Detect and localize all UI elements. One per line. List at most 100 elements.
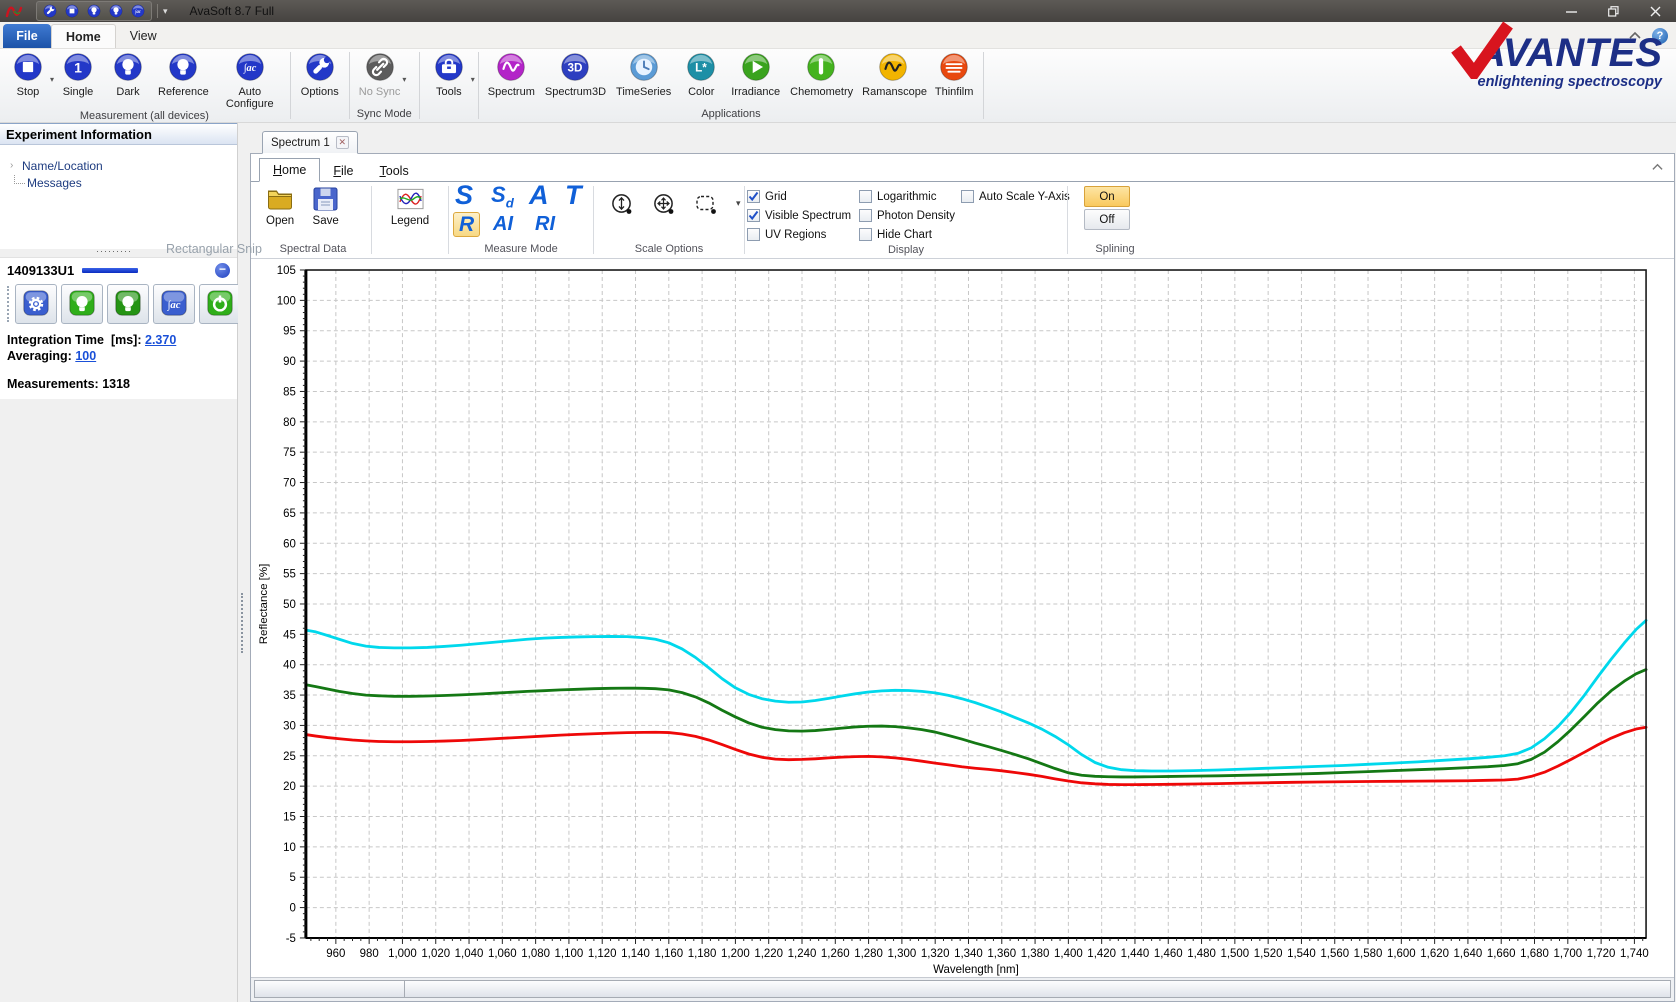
restore-button[interactable] <box>1592 0 1634 22</box>
dropdown-caret-icon[interactable]: ▾ <box>471 75 475 84</box>
svg-text:1: 1 <box>74 60 82 76</box>
quick-access-stop-icon[interactable] <box>62 3 82 19</box>
ribbon-button-single[interactable]: 1Single <box>53 51 103 110</box>
device-gear-button[interactable] <box>15 284 57 324</box>
checkbox-visible-spectrum[interactable]: Visible Spectrum <box>747 206 859 225</box>
group-separator <box>419 52 420 119</box>
zoom-y-axis-button[interactable] <box>610 192 636 221</box>
doc-menu-tab-home[interactable]: Home <box>259 158 320 182</box>
ribbon-button-label: Auto Configure <box>219 87 281 110</box>
group-separator <box>290 52 291 119</box>
ribbon-button-ramanscope[interactable]: Ramanscope <box>857 51 929 108</box>
collapse-device-panel-button[interactable]: − <box>215 263 230 278</box>
save-button[interactable]: Save <box>303 182 348 227</box>
zoom-region-button[interactable] <box>694 192 720 221</box>
close-document-icon[interactable]: ✕ <box>336 136 349 149</box>
legend-button[interactable]: Legend <box>382 182 438 227</box>
splining-off-button[interactable]: Off <box>1084 209 1130 230</box>
checkbox-box-icon[interactable] <box>859 209 872 222</box>
ribbon-button-stop[interactable]: Stop▾ <box>3 51 53 110</box>
averaging-value-link[interactable]: 100 <box>75 349 96 363</box>
measure-mode-ai[interactable]: AI <box>493 214 513 234</box>
ribbon-button-no-sync[interactable]: No Sync▾ <box>354 51 406 108</box>
thinfilm-icon <box>939 51 969 85</box>
ribbon-tab-view[interactable]: View <box>116 24 171 48</box>
ribbon-group-measurement-all-devices-: Stop▾1SingleDarkReference∫acAuto Configu… <box>0 49 289 122</box>
spectrum-document-tab[interactable]: Spectrum 1 ✕ <box>262 131 358 154</box>
checkbox-grid[interactable]: Grid <box>747 187 859 206</box>
vertical-splitter[interactable] <box>238 123 248 1002</box>
ribbon-button-irradiance[interactable]: Irradiance <box>726 51 785 108</box>
x-tick-label: 1,520 <box>1254 948 1283 960</box>
ribbon-button-thinfilm[interactable]: Thinfilm <box>929 51 979 108</box>
quick-access-bulb-icon[interactable] <box>84 3 104 19</box>
tree-item-name-location[interactable]: › Name/Location <box>10 157 237 174</box>
checkbox-hide-chart[interactable]: Hide Chart <box>859 225 961 244</box>
x-tick-label: 1,040 <box>455 948 484 960</box>
close-button[interactable] <box>1634 0 1676 22</box>
quick-access-customize-caret[interactable]: ▾ <box>163 6 168 17</box>
ribbon-button-options[interactable]: Options <box>295 51 345 108</box>
scale-options-dropdown-caret[interactable]: ▾ <box>736 198 741 209</box>
device-bulb-bright-button[interactable] <box>61 284 103 324</box>
device-power-button[interactable] <box>199 284 241 324</box>
quick-access-jac-icon[interactable]: ∫ac <box>128 3 148 19</box>
dropdown-caret-icon[interactable]: ▾ <box>402 75 406 84</box>
measure-mode-s[interactable]: S <box>455 182 473 209</box>
ribbon-button-auto-configure[interactable]: ∫acAuto Configure <box>214 51 286 110</box>
checkbox-photon-density[interactable]: Photon Density <box>859 206 961 225</box>
y-tick-label: 45 <box>283 629 296 641</box>
ribbon-button-chemometry[interactable]: Chemometry <box>785 51 857 108</box>
minimize-button[interactable] <box>1550 0 1592 22</box>
checkbox-box-icon[interactable] <box>747 209 760 222</box>
quick-access-bulb-icon[interactable] <box>106 3 126 19</box>
ribbon-button-spectrum[interactable]: Spectrum <box>483 51 540 108</box>
checkbox-box-icon[interactable] <box>747 190 760 203</box>
avantes-logo: AVANTES enlightening spectroscopy <box>1400 33 1662 90</box>
checkbox-uv-regions[interactable]: UV Regions <box>747 225 859 244</box>
checkbox-box-icon[interactable] <box>859 228 872 241</box>
integration-time-value-link[interactable]: 2.370 <box>145 333 176 347</box>
doc-menu-tab-tools[interactable]: Tools <box>367 160 422 182</box>
file-menu-button[interactable]: File <box>3 24 51 48</box>
y-tick-label: 75 <box>283 447 296 459</box>
ribbon-button-label: Thinfilm <box>935 87 974 99</box>
status-bar <box>251 977 1674 1001</box>
measure-mode-a[interactable]: A <box>529 182 549 209</box>
ribbon-button-timeseries[interactable]: TimeSeries <box>611 51 676 108</box>
horizontal-splitter[interactable]: ········· <box>0 249 237 257</box>
ribbon-button-tools[interactable]: Tools▾ <box>424 51 474 108</box>
checkbox-auto-scale-y-axis[interactable]: Auto Scale Y-Axis <box>961 187 1065 206</box>
expander-icon[interactable]: › <box>10 160 22 171</box>
doc-menu-tab-file[interactable]: File <box>320 160 366 182</box>
measure-mode-r[interactable]: R <box>453 212 480 237</box>
device-id: 1409133U1 <box>7 263 74 278</box>
color-icon: L* <box>686 51 716 85</box>
checkbox-box-icon[interactable] <box>961 190 974 203</box>
drag-handle[interactable] <box>7 286 9 322</box>
ribbon-button-spectrum3d[interactable]: 3DSpectrum3D <box>540 51 611 108</box>
checkbox-box-icon[interactable] <box>747 228 760 241</box>
device-bulb-button[interactable] <box>107 284 149 324</box>
checkbox-column: GridVisible SpectrumUV Regions <box>747 187 859 244</box>
ribbon-button-color[interactable]: L*Color <box>676 51 726 108</box>
measure-mode-ri[interactable]: RI <box>535 214 555 234</box>
quick-access-wrench-icon[interactable] <box>40 3 60 19</box>
x-tick-label: 1,560 <box>1320 948 1349 960</box>
device-info: Integration Time [ms]: 2.370 Averaging: … <box>7 333 230 391</box>
checkbox-logarithmic[interactable]: Logarithmic <box>859 187 961 206</box>
measure-mode-t[interactable]: T <box>565 182 582 209</box>
ribbon-button-reference[interactable]: Reference <box>153 51 214 110</box>
tree-item-messages[interactable]: Messages <box>10 174 237 191</box>
ribbon-tab-home[interactable]: Home <box>51 24 116 48</box>
collapse-panel-icon[interactable] <box>1651 162 1664 173</box>
ribbon-button-label: TimeSeries <box>616 87 671 99</box>
checkbox-box-icon[interactable] <box>859 190 872 203</box>
ribbon-button-dark[interactable]: Dark <box>103 51 153 110</box>
chart-svg: 9609801,0001,0201,0401,0601,0801,1001,12… <box>251 261 1674 977</box>
splining-on-button[interactable]: On <box>1084 186 1130 207</box>
open-button[interactable]: Open <box>257 182 303 227</box>
zoom-all-button[interactable] <box>652 192 678 221</box>
measure-mode-sd[interactable]: Sd <box>491 184 514 210</box>
device-jac-button[interactable]: ∫ac <box>153 284 195 324</box>
